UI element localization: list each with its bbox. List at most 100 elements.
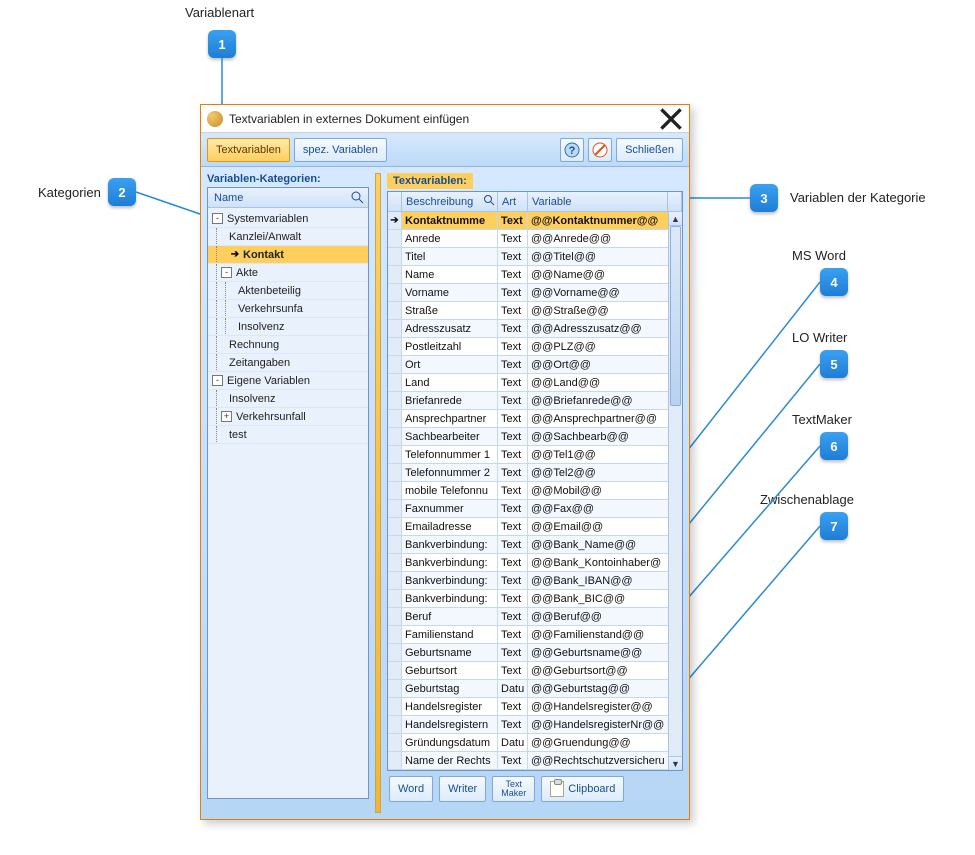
window-close-button[interactable] — [659, 109, 683, 129]
table-row[interactable]: HandelsregisterText@@Handelsregister@@ — [388, 698, 682, 716]
table-row[interactable]: StraßeText@@Straße@@ — [388, 302, 682, 320]
cell-description: Anrede — [402, 230, 498, 247]
cell-description: Straße — [402, 302, 498, 319]
vertical-scrollbar[interactable]: ▲ ▼ — [668, 212, 682, 770]
tree-item[interactable]: Zeitangaben — [208, 354, 368, 372]
tree-item[interactable]: -Systemvariablen — [208, 210, 368, 228]
tree-item[interactable]: Insolvenz — [208, 318, 368, 336]
scroll-down-button[interactable]: ▼ — [669, 756, 682, 770]
table-row[interactable]: BerufText@@Beruf@@ — [388, 608, 682, 626]
collapse-icon[interactable]: - — [212, 213, 223, 224]
tree-item[interactable]: -Eigene Variablen — [208, 372, 368, 390]
row-indicator — [388, 680, 402, 697]
splitter[interactable] — [375, 173, 381, 813]
row-indicator — [388, 446, 402, 463]
table-row[interactable]: AdresszusatzText@@Adresszusatz@@ — [388, 320, 682, 338]
cancel-button[interactable] — [588, 138, 612, 162]
collapse-icon[interactable]: - — [221, 267, 232, 278]
cell-description: Vorname — [402, 284, 498, 301]
table-row[interactable]: GeburtsnameText@@Geburtsname@@ — [388, 644, 682, 662]
cell-art: Text — [498, 410, 528, 427]
table-row[interactable]: Bankverbindung:Text@@Bank_Kontoinhaber@ — [388, 554, 682, 572]
clipboard-button[interactable]: Clipboard — [541, 776, 624, 802]
table-row[interactable]: FamilienstandText@@Familienstand@@ — [388, 626, 682, 644]
table-row[interactable]: GeburtstagDatu@@Geburtstag@@ — [388, 680, 682, 698]
tree-item[interactable]: -Akte — [208, 264, 368, 282]
help-button[interactable]: ? — [560, 138, 584, 162]
table-row[interactable]: Bankverbindung:Text@@Bank_Name@@ — [388, 536, 682, 554]
table-row[interactable]: Bankverbindung:Text@@Bank_IBAN@@ — [388, 572, 682, 590]
close-button[interactable]: Schließen — [616, 138, 683, 162]
tree-item[interactable]: Rechnung — [208, 336, 368, 354]
table-row[interactable]: SachbearbeiterText@@Sachbearb@@ — [388, 428, 682, 446]
cell-variable: @@Familienstand@@ — [528, 626, 682, 643]
table-row[interactable]: AnsprechpartnerText@@Ansprechpartner@@ — [388, 410, 682, 428]
textmaker-button[interactable]: Text Maker — [492, 776, 535, 802]
scroll-thumb[interactable] — [670, 226, 681, 406]
clipboard-icon — [550, 781, 564, 797]
table-row[interactable]: EmailadresseText@@Email@@ — [388, 518, 682, 536]
cell-description: Geburtstag — [402, 680, 498, 697]
cell-art: Text — [498, 572, 528, 589]
tree-item-label: Verkehrsunfa — [238, 303, 303, 315]
word-button[interactable]: Word — [389, 776, 433, 802]
table-row[interactable]: BriefanredeText@@Briefanrede@@ — [388, 392, 682, 410]
row-indicator — [388, 734, 402, 751]
cell-variable: @@Rechtschutzversicheru — [528, 752, 682, 769]
tab-textvariablen[interactable]: Textvariablen — [207, 138, 290, 162]
cell-art: Text — [498, 320, 528, 337]
table-row[interactable]: Telefonnummer 2Text@@Tel2@@ — [388, 464, 682, 482]
row-indicator — [388, 482, 402, 499]
table-row[interactable]: VornameText@@Vorname@@ — [388, 284, 682, 302]
cell-variable: @@Beruf@@ — [528, 608, 682, 625]
tree-item[interactable]: Insolvenz — [208, 390, 368, 408]
grid-header-desc[interactable]: Beschreibung — [402, 192, 498, 211]
dialog-body: Variablen-Kategorien: Name -Systemvariab… — [201, 167, 689, 819]
callout-label-1: Variablenart — [185, 5, 254, 20]
scroll-up-button[interactable]: ▲ — [669, 212, 682, 226]
table-row[interactable]: TitelText@@Titel@@ — [388, 248, 682, 266]
table-row[interactable]: OrtText@@Ort@@ — [388, 356, 682, 374]
grid-header-art[interactable]: Art — [498, 192, 528, 211]
tree-item-label: Aktenbeteilig — [238, 285, 301, 297]
table-row[interactable]: PostleitzahlText@@PLZ@@ — [388, 338, 682, 356]
row-indicator — [388, 338, 402, 355]
grid-header-var[interactable]: Variable — [528, 192, 668, 211]
cell-description: Familienstand — [402, 626, 498, 643]
tab-spez-variablen[interactable]: spez. Variablen — [294, 138, 387, 162]
table-row[interactable]: Bankverbindung:Text@@Bank_BIC@@ — [388, 590, 682, 608]
table-row[interactable]: Name der RechtsText@@Rechtschutzversiche… — [388, 752, 682, 770]
table-row[interactable]: FaxnummerText@@Fax@@ — [388, 500, 682, 518]
cell-art: Text — [498, 626, 528, 643]
table-row[interactable]: GründungsdatumDatu@@Gruendung@@ — [388, 734, 682, 752]
tree-item[interactable]: Kanzlei/Anwalt — [208, 228, 368, 246]
cell-art: Text — [498, 662, 528, 679]
grid-header-rowselector[interactable] — [388, 192, 402, 211]
row-indicator — [388, 626, 402, 643]
table-row[interactable]: ➔KontaktnummeText@@Kontaktnummer@@ — [388, 212, 682, 230]
writer-button[interactable]: Writer — [439, 776, 486, 802]
table-row[interactable]: LandText@@Land@@ — [388, 374, 682, 392]
textmaker-label-2: Maker — [501, 789, 526, 798]
tree-item[interactable]: Aktenbeteilig — [208, 282, 368, 300]
category-tree: Name -SystemvariablenKanzlei/Anwalt➔Kont… — [207, 187, 369, 799]
row-indicator — [388, 410, 402, 427]
table-row[interactable]: HandelsregisternText@@HandelsregisterNr@… — [388, 716, 682, 734]
collapse-icon[interactable]: - — [212, 375, 223, 386]
table-row[interactable]: mobile TelefonnuText@@Mobil@@ — [388, 482, 682, 500]
cell-art: Text — [498, 230, 528, 247]
tree-item[interactable]: test — [208, 426, 368, 444]
table-row[interactable]: Telefonnummer 1Text@@Tel1@@ — [388, 446, 682, 464]
cell-art: Datu — [498, 734, 528, 751]
tree-item[interactable]: ➔Kontakt — [208, 246, 368, 264]
tree-item[interactable]: +Verkehrsunfall — [208, 408, 368, 426]
table-row[interactable]: GeburtsortText@@Geburtsort@@ — [388, 662, 682, 680]
tree-item[interactable]: Verkehrsunfa — [208, 300, 368, 318]
expand-icon[interactable]: + — [221, 411, 232, 422]
table-row[interactable]: NameText@@Name@@ — [388, 266, 682, 284]
grid-header-desc-label: Beschreibung — [406, 196, 473, 208]
bottom-button-bar: Word Writer Text Maker Clipboard — [387, 771, 683, 803]
tree-header[interactable]: Name — [208, 188, 368, 208]
grid-body: ➔KontaktnummeText@@Kontaktnummer@@Anrede… — [388, 212, 682, 770]
table-row[interactable]: AnredeText@@Anrede@@ — [388, 230, 682, 248]
